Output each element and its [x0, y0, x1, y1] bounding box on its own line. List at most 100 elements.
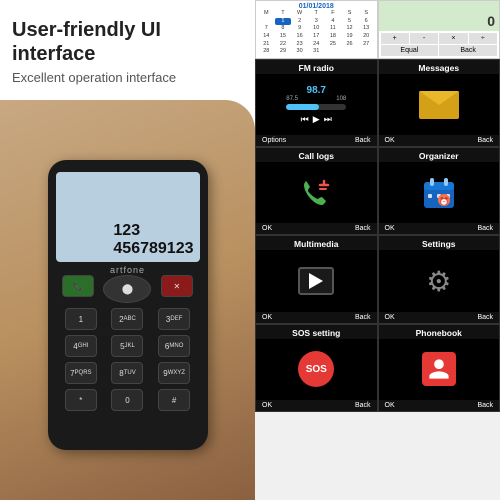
cal-cell: 3 — [308, 18, 325, 26]
fm-radio-footer: Options Back — [256, 135, 377, 146]
cal-cell: 2 — [291, 18, 308, 26]
nav-row: 📞 ⬤ ✕ — [58, 275, 198, 303]
cal-cell: 30 — [291, 48, 308, 56]
key-0[interactable]: 0 — [111, 389, 143, 411]
sos-ok-button[interactable]: OK — [262, 402, 272, 409]
fm-progress-bar — [286, 104, 346, 110]
settings-back-button[interactable]: Back — [477, 314, 493, 321]
call-logs-ok-button[interactable]: OK — [262, 225, 272, 232]
fm-max-freq: 108 — [336, 96, 346, 102]
key-2[interactable]: 2ABC — [111, 308, 143, 330]
play-icon — [309, 273, 323, 289]
cal-day-t: T — [275, 10, 292, 18]
call-logs-title: Call logs — [256, 148, 377, 162]
key-4[interactable]: 4GHI — [65, 335, 97, 357]
cal-cell: 6 — [358, 18, 375, 26]
left-panel: User-friendly UI interface Excellent ope… — [0, 0, 255, 500]
nav-key[interactable]: ⬤ — [103, 275, 151, 303]
envelope-icon — [419, 91, 459, 119]
sos-content: SOS — [256, 339, 377, 400]
settings-title: Settings — [379, 236, 500, 250]
cal-cell: 31 — [308, 48, 325, 56]
fm-back-button[interactable]: Back — [355, 137, 371, 144]
key-3[interactable]: 3DEF — [158, 308, 190, 330]
key-hash[interactable]: # — [158, 389, 190, 411]
multimedia-screen: Multimedia OK Back — [255, 235, 378, 323]
phone-screen: 123456789123 — [56, 172, 200, 262]
organizer-content: ⏰ — [379, 162, 500, 223]
messages-screen: Messages OK Back — [378, 59, 500, 147]
cal-day-w: W — [291, 10, 308, 18]
organizer-screen: Organizer ⏰ OK Back — [378, 147, 500, 235]
settings-screen: Settings ⚙ OK Back — [378, 235, 500, 323]
fm-next-button[interactable]: ⏭ — [324, 114, 332, 125]
call-logs-back-button[interactable]: Back — [355, 225, 371, 232]
cal-cell: 20 — [358, 33, 375, 41]
cal-cell: 17 — [308, 33, 325, 41]
calc-equal-button[interactable]: Equal — [381, 45, 439, 56]
tv-icon — [298, 267, 334, 295]
fm-play-button[interactable]: ▶ — [313, 114, 320, 125]
cal-cell: 10 — [308, 25, 325, 33]
key-9[interactable]: 9WXYZ — [158, 362, 190, 384]
key-8[interactable]: 8TUV — [111, 362, 143, 384]
cal-day-s2: S — [358, 10, 375, 18]
cal-cell: 21 — [258, 41, 275, 49]
cal-cell: 4 — [325, 18, 342, 26]
cal-cell — [325, 48, 342, 56]
organizer-back-button[interactable]: Back — [477, 225, 493, 232]
call-logs-screen: Call logs OK Back — [255, 147, 378, 235]
cal-cell: 23 — [291, 41, 308, 49]
sos-back-button[interactable]: Back — [355, 402, 371, 409]
fm-options-button[interactable]: Options — [262, 137, 286, 144]
fm-prev-button[interactable]: ⏮ — [301, 114, 309, 125]
phone-call-icon — [300, 177, 332, 209]
sos-title: SOS setting — [256, 325, 377, 339]
sos-icon: SOS — [298, 351, 334, 387]
phone-keypad: 📞 ⬤ ✕ 1 2ABC 3DEF 4GHI 5JKL 6MNO 7PQRS 8… — [58, 275, 198, 438]
calc-plus-button[interactable]: + — [381, 33, 409, 44]
cal-cell: 19 — [341, 33, 358, 41]
cal-cell: 22 — [275, 41, 292, 49]
organizer-footer: OK Back — [379, 223, 500, 234]
key-5[interactable]: 5JKL — [111, 335, 143, 357]
fm-radio-content: 98.7 87.5 108 ⏮ ▶ ⏭ — [256, 74, 377, 135]
calc-multiply-button[interactable]: × — [439, 33, 467, 44]
messages-ok-button[interactable]: OK — [385, 137, 395, 144]
calendar-grid: M T W T F S S 1 2 3 4 5 6 7 8 9 10 11 12… — [258, 10, 375, 56]
cal-cell: 29 — [275, 48, 292, 56]
phonebook-back-button[interactable]: Back — [477, 402, 493, 409]
cal-day-t2: T — [308, 10, 325, 18]
cal-cell — [258, 18, 275, 26]
phonebook-title: Phonebook — [379, 325, 500, 339]
phonebook-footer: OK Back — [379, 400, 500, 411]
calc-back-button[interactable]: Back — [439, 45, 497, 56]
phonebook-content — [379, 339, 500, 400]
key-1[interactable]: 1 — [65, 308, 97, 330]
multimedia-ok-button[interactable]: OK — [262, 314, 272, 321]
settings-content: ⚙ — [379, 250, 500, 311]
messages-footer: OK Back — [379, 135, 500, 146]
calculator-buttons: + - × ÷ Equal Back — [379, 31, 500, 58]
key-6[interactable]: 6MNO — [158, 335, 190, 357]
call-key[interactable]: 📞 — [62, 275, 94, 297]
messages-back-button[interactable]: Back — [477, 137, 493, 144]
header-title: User-friendly UI interface — [12, 18, 243, 66]
calc-divide-button[interactable]: ÷ — [469, 33, 497, 44]
calc-minus-button[interactable]: - — [410, 33, 438, 44]
cal-cell: 14 — [258, 33, 275, 41]
key-star[interactable]: * — [65, 389, 97, 411]
cal-cell: 11 — [325, 25, 342, 33]
key-7[interactable]: 7PQRS — [65, 362, 97, 384]
cal-cell — [358, 48, 375, 56]
header-text: User-friendly UI interface Excellent ope… — [0, 0, 255, 89]
end-key[interactable]: ✕ — [161, 275, 193, 297]
settings-ok-button[interactable]: OK — [385, 314, 395, 321]
multimedia-back-button[interactable]: Back — [355, 314, 371, 321]
phone-brand: artfone — [48, 265, 208, 275]
phonebook-ok-button[interactable]: OK — [385, 402, 395, 409]
organizer-ok-button[interactable]: OK — [385, 225, 395, 232]
cal-today: 1 — [275, 18, 292, 26]
multimedia-title: Multimedia — [256, 236, 377, 250]
call-logs-footer: OK Back — [256, 223, 377, 234]
